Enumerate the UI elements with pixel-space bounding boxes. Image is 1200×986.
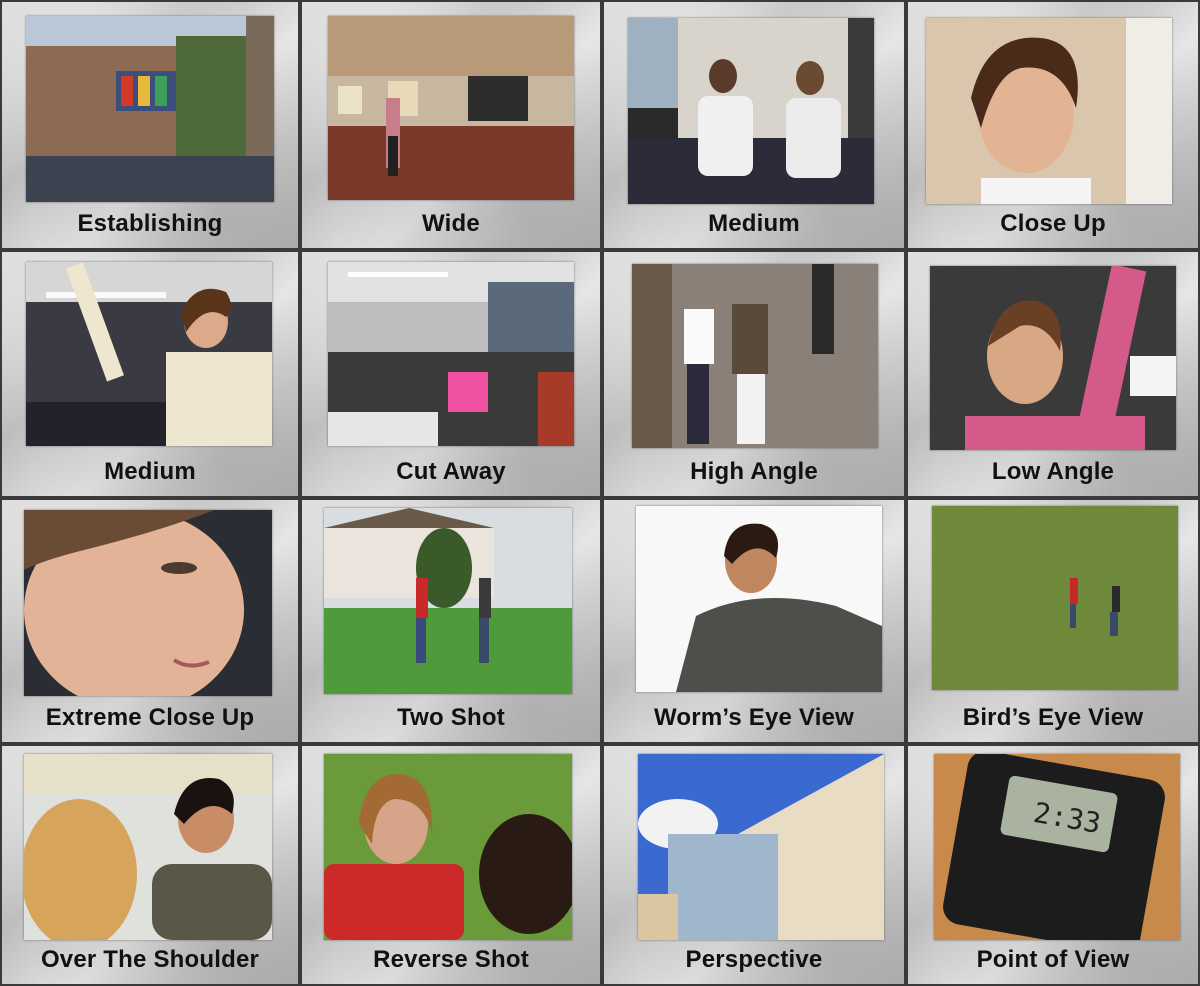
point-of-view-photo: 2:33 — [934, 754, 1180, 940]
wide-photo — [328, 16, 574, 200]
shot-tile-over-the-shoulder: Over The Shoulder — [0, 744, 300, 986]
shot-tile-medium-2: Medium — [0, 250, 300, 498]
shot-tile-worms-eye-view: Worm’s Eye View — [602, 498, 906, 744]
medium-photo-2 — [26, 262, 272, 446]
shot-label: Extreme Close Up — [45, 704, 255, 731]
birds-eye-view-photo — [932, 506, 1178, 690]
shot-tile-point-of-view: 2:33 Point of View — [906, 744, 1200, 986]
shot-label: Worm’s Eye View — [654, 704, 854, 731]
close-up-photo — [926, 18, 1172, 204]
two-shot-photo — [324, 508, 572, 694]
shot-label: Low Angle — [991, 458, 1115, 485]
shot-tile-low-angle: Low Angle — [906, 250, 1200, 498]
high-angle-photo — [632, 264, 878, 448]
shot-label: Point of View — [976, 946, 1130, 973]
shot-tile-birds-eye-view: Bird’s Eye View — [906, 498, 1200, 744]
extreme-close-up-photo — [24, 510, 272, 696]
shot-tile-close-up: Close Up — [906, 0, 1200, 250]
shot-label: Bird’s Eye View — [962, 704, 1144, 731]
shot-label: Wide — [422, 210, 480, 237]
establishing-photo — [26, 16, 274, 202]
shot-tile-extreme-close-up: Extreme Close Up — [0, 498, 300, 744]
shot-label: Establishing — [77, 210, 223, 237]
shot-label: Medium — [708, 210, 800, 237]
shot-tile-perspective: Perspective — [602, 744, 906, 986]
shot-tile-reverse-shot: Reverse Shot — [300, 744, 602, 986]
reverse-shot-photo — [324, 754, 572, 940]
shot-tile-high-angle: High Angle — [602, 250, 906, 498]
shot-label: Over The Shoulder — [40, 946, 260, 973]
shot-types-grid: Establishing Wide Medium Close Up Medium… — [0, 0, 1200, 986]
medium-photo — [628, 18, 874, 204]
shot-tile-establishing: Establishing — [0, 0, 300, 250]
shot-label: Two Shot — [397, 704, 505, 731]
shot-label: Medium — [104, 458, 196, 485]
shot-tile-medium-1: Medium — [602, 0, 906, 250]
shot-label: Reverse Shot — [373, 946, 529, 973]
worms-eye-view-photo — [636, 506, 882, 692]
shot-tile-cut-away: Cut Away — [300, 250, 602, 498]
shot-label: Perspective — [685, 946, 823, 973]
shot-tile-wide: Wide — [300, 0, 602, 250]
perspective-photo — [638, 754, 884, 940]
shot-label: Close Up — [1000, 210, 1106, 237]
cut-away-photo — [328, 262, 574, 446]
shot-label: High Angle — [690, 458, 818, 485]
over-the-shoulder-photo — [24, 754, 272, 940]
shot-label: Cut Away — [396, 458, 506, 485]
low-angle-photo — [930, 266, 1176, 450]
shot-tile-two-shot: Two Shot — [300, 498, 602, 744]
